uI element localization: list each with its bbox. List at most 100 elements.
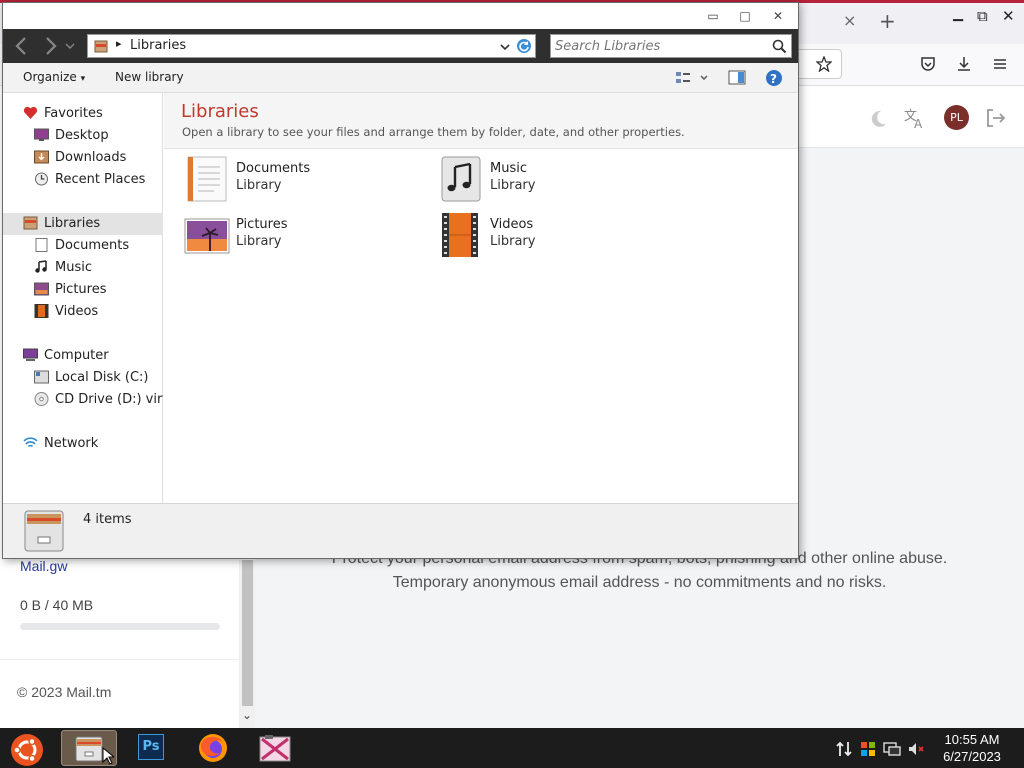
logout-icon[interactable] — [984, 107, 1006, 129]
library-item-music[interactable]: Music Library — [438, 155, 678, 205]
cd-drive-icon — [34, 391, 49, 406]
nav-cd-drive[interactable]: CD Drive (D:) virtio — [34, 389, 163, 411]
libraries-icon — [23, 216, 38, 229]
back-icon[interactable] — [13, 36, 29, 56]
recent-locations-chevron-icon[interactable] — [65, 42, 75, 50]
nav-recent-places[interactable]: Recent Places — [34, 169, 163, 191]
nav-favorites-label: Favorites — [44, 106, 103, 121]
avatar[interactable]: PL — [944, 105, 969, 130]
nav-music[interactable]: Music — [34, 257, 163, 279]
heart-icon — [23, 106, 38, 119]
media-app-icon — [259, 735, 291, 762]
nav-cd-drive-label: CD Drive (D:) virtio — [55, 392, 163, 407]
pictures-icon — [34, 282, 49, 295]
clock[interactable]: 10:55 AM 6/27/2023 — [935, 731, 1009, 765]
new-library-button[interactable]: New library — [115, 70, 184, 84]
clock-date: 6/27/2023 — [943, 749, 1001, 764]
nav-desktop-label: Desktop — [55, 128, 109, 143]
address-dropdown-icon[interactable] — [500, 43, 510, 51]
explorer-close-button[interactable]: ✕ — [767, 7, 789, 25]
preview-pane-icon[interactable] — [728, 70, 746, 86]
download-icon[interactable] — [955, 55, 973, 73]
nav-videos-label: Videos — [55, 304, 99, 319]
firefox-taskbar-button[interactable] — [186, 730, 242, 766]
scroll-down-arrow[interactable]: ⌄ — [242, 708, 252, 722]
forward-icon[interactable] — [43, 36, 59, 56]
library-type: Library — [236, 234, 282, 249]
network-activity-icon[interactable] — [835, 740, 853, 758]
footer-copyright: © 2023 Mail.tm — [17, 684, 112, 700]
library-name: Music — [490, 161, 527, 176]
nav-pictures[interactable]: Pictures — [34, 279, 163, 301]
music-library-icon — [441, 156, 481, 202]
tab-close-button[interactable]: × — [843, 11, 856, 30]
downloads-icon — [34, 150, 49, 163]
libraries-header: Libraries Open a library to see your fil… — [164, 93, 798, 149]
browser-minimize-button[interactable]: ▁ — [953, 7, 963, 22]
help-icon-glyph: ? — [770, 72, 777, 86]
start-button[interactable] — [0, 730, 56, 766]
explorer-maximize-button[interactable]: □ — [734, 7, 756, 25]
scrollbar[interactable]: ⌄ — [240, 560, 255, 728]
library-item-pictures[interactable]: Pictures Library — [184, 211, 424, 261]
file-explorer-taskbar-button[interactable] — [61, 730, 117, 766]
media-app-taskbar-button[interactable] — [248, 730, 304, 766]
organize-chevron-icon: ▾ — [80, 74, 86, 84]
breadcrumb-arrow-icon[interactable]: ▸ — [116, 37, 122, 50]
menu-icon[interactable] — [991, 55, 1009, 73]
nav-computer[interactable]: Computer — [23, 345, 163, 367]
windows-flag-icon[interactable] — [859, 740, 877, 758]
display-icon[interactable] — [883, 740, 901, 758]
refresh-icon[interactable] — [516, 38, 532, 54]
promo-line-2: Temporary anonymous email address - no c… — [392, 574, 887, 591]
library-name: Videos — [490, 217, 534, 232]
hard-disk-icon — [34, 370, 49, 383]
site-link[interactable]: Mail.gw — [20, 558, 67, 574]
nav-videos[interactable]: Videos — [34, 301, 163, 323]
library-item-videos[interactable]: Videos Library — [438, 211, 678, 261]
view-options-icon[interactable] — [675, 70, 711, 86]
scrollbar-thumb[interactable] — [242, 560, 253, 706]
nav-network[interactable]: Network — [23, 433, 163, 455]
sidebar-divider — [0, 659, 240, 660]
explorer-minimize-button[interactable]: ▭ — [702, 7, 724, 25]
nav-documents[interactable]: Documents — [34, 235, 163, 257]
address-bar[interactable]: ▸ Libraries — [87, 34, 536, 58]
search-input[interactable] — [555, 37, 765, 55]
nav-recent-places-label: Recent Places — [55, 172, 146, 187]
address-path[interactable]: Libraries — [130, 38, 186, 53]
browser-close-button[interactable]: ✕ — [1002, 7, 1015, 25]
translate-icon[interactable]: 文A — [903, 106, 927, 130]
organize-label: Organize — [23, 70, 77, 84]
help-icon[interactable]: ? — [765, 69, 783, 87]
nav-desktop[interactable]: Desktop — [34, 125, 163, 147]
pocket-icon[interactable] — [919, 55, 937, 73]
browser-maximize-button[interactable]: ⧉ — [977, 7, 988, 25]
nav-pictures-label: Pictures — [55, 282, 107, 297]
svg-text:A: A — [914, 117, 923, 130]
address-toolbar: ▸ Libraries — [3, 29, 798, 63]
command-bar: Organize ▾ New library ? — [3, 63, 798, 93]
firefox-icon — [199, 734, 227, 762]
volume-muted-icon[interactable] — [907, 740, 925, 758]
star-icon[interactable] — [816, 56, 832, 72]
nav-network-label: Network — [44, 436, 99, 451]
nav-libraries[interactable]: Libraries — [3, 213, 163, 235]
storage-progress-bar — [20, 623, 220, 630]
library-item-documents[interactable]: Documents Library — [184, 155, 424, 205]
mouse-cursor-icon — [102, 747, 114, 765]
nav-favorites[interactable]: Favorites — [23, 103, 163, 125]
storage-usage: 0 B / 40 MB — [20, 597, 94, 613]
nav-local-disk[interactable]: Local Disk (C:) — [34, 367, 163, 389]
clock-time: 10:55 AM — [944, 732, 1000, 747]
search-icon[interactable] — [772, 39, 787, 54]
search-box[interactable] — [550, 34, 792, 58]
nav-downloads[interactable]: Downloads — [34, 147, 163, 169]
library-type: Library — [490, 234, 536, 249]
photoshop-taskbar-button[interactable]: Ps — [124, 730, 180, 766]
library-type: Library — [490, 178, 536, 193]
moon-icon[interactable] — [867, 108, 889, 130]
new-tab-button[interactable]: + — [879, 9, 896, 33]
mail-sidebar: Mail.gw 0 B / 40 MB © 2023 Mail.tm — [0, 558, 240, 728]
organize-button[interactable]: Organize ▾ — [23, 70, 85, 84]
